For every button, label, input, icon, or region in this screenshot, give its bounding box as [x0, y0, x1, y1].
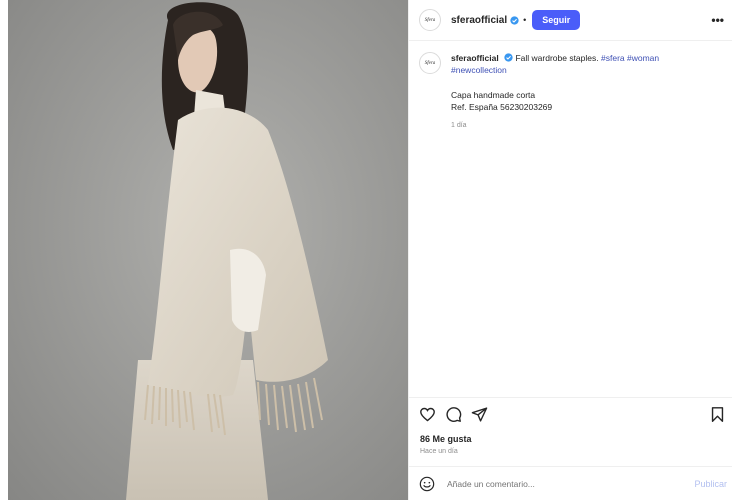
- emoji-smile-icon[interactable]: [419, 476, 435, 492]
- comment-input[interactable]: [447, 479, 667, 489]
- caption-username[interactable]: sferaofficial: [451, 53, 499, 63]
- bookmark-icon[interactable]: [709, 406, 726, 423]
- follow-button[interactable]: Seguir: [532, 10, 581, 30]
- caption-area: Sfera sferaofficial Fall wardrobe staple…: [409, 41, 732, 132]
- caption-product-name: Capa handmade corta: [451, 90, 536, 100]
- caption-first-line: sferaofficial Fall wardrobe staples. #sf…: [451, 52, 711, 76]
- left-gutter: [0, 0, 8, 500]
- caption-timestamp[interactable]: 1 día: [451, 120, 711, 132]
- post-header: Sfera sferaofficial • Seguir •••: [409, 0, 732, 41]
- caption-reference: Ref. España 56230203269: [451, 102, 553, 112]
- more-options-icon[interactable]: •••: [711, 13, 724, 27]
- post-detail-panel: Sfera sferaofficial • Seguir ••• Sfera s…: [408, 0, 733, 500]
- publish-button[interactable]: Publicar: [694, 479, 727, 489]
- right-edge-strip: [732, 0, 750, 500]
- heart-icon[interactable]: [419, 406, 436, 423]
- comment-bubble-icon[interactable]: [445, 406, 462, 423]
- username-link[interactable]: sferaofficial: [451, 15, 507, 26]
- verified-badge-icon: [510, 15, 519, 25]
- paper-plane-icon[interactable]: [471, 406, 488, 423]
- actions-section: 86 Me gusta Hace un día Publicar: [409, 397, 733, 500]
- post-timestamp[interactable]: Hace un día: [420, 448, 458, 455]
- hashtag-link[interactable]: #sfera: [601, 53, 625, 63]
- verified-badge-icon: [504, 53, 513, 62]
- comment-bar: Publicar: [409, 466, 733, 500]
- hashtag-link[interactable]: #newcollection: [451, 65, 507, 75]
- post-image[interactable]: [8, 0, 408, 500]
- caption-body: Capa handmade corta Ref. España 56230203…: [451, 89, 711, 113]
- post-photo-illustration: [8, 0, 408, 500]
- hashtag-link[interactable]: #woman: [627, 53, 659, 63]
- caption-message: Fall wardrobe staples.: [515, 53, 599, 63]
- avatar[interactable]: Sfera: [419, 9, 441, 31]
- caption-avatar[interactable]: Sfera: [419, 52, 441, 74]
- caption-text: sferaofficial Fall wardrobe staples. #sf…: [451, 52, 711, 132]
- separator-dot: •: [523, 15, 527, 25]
- action-icons-row: [419, 406, 726, 424]
- likes-count[interactable]: 86 Me gusta: [420, 434, 472, 444]
